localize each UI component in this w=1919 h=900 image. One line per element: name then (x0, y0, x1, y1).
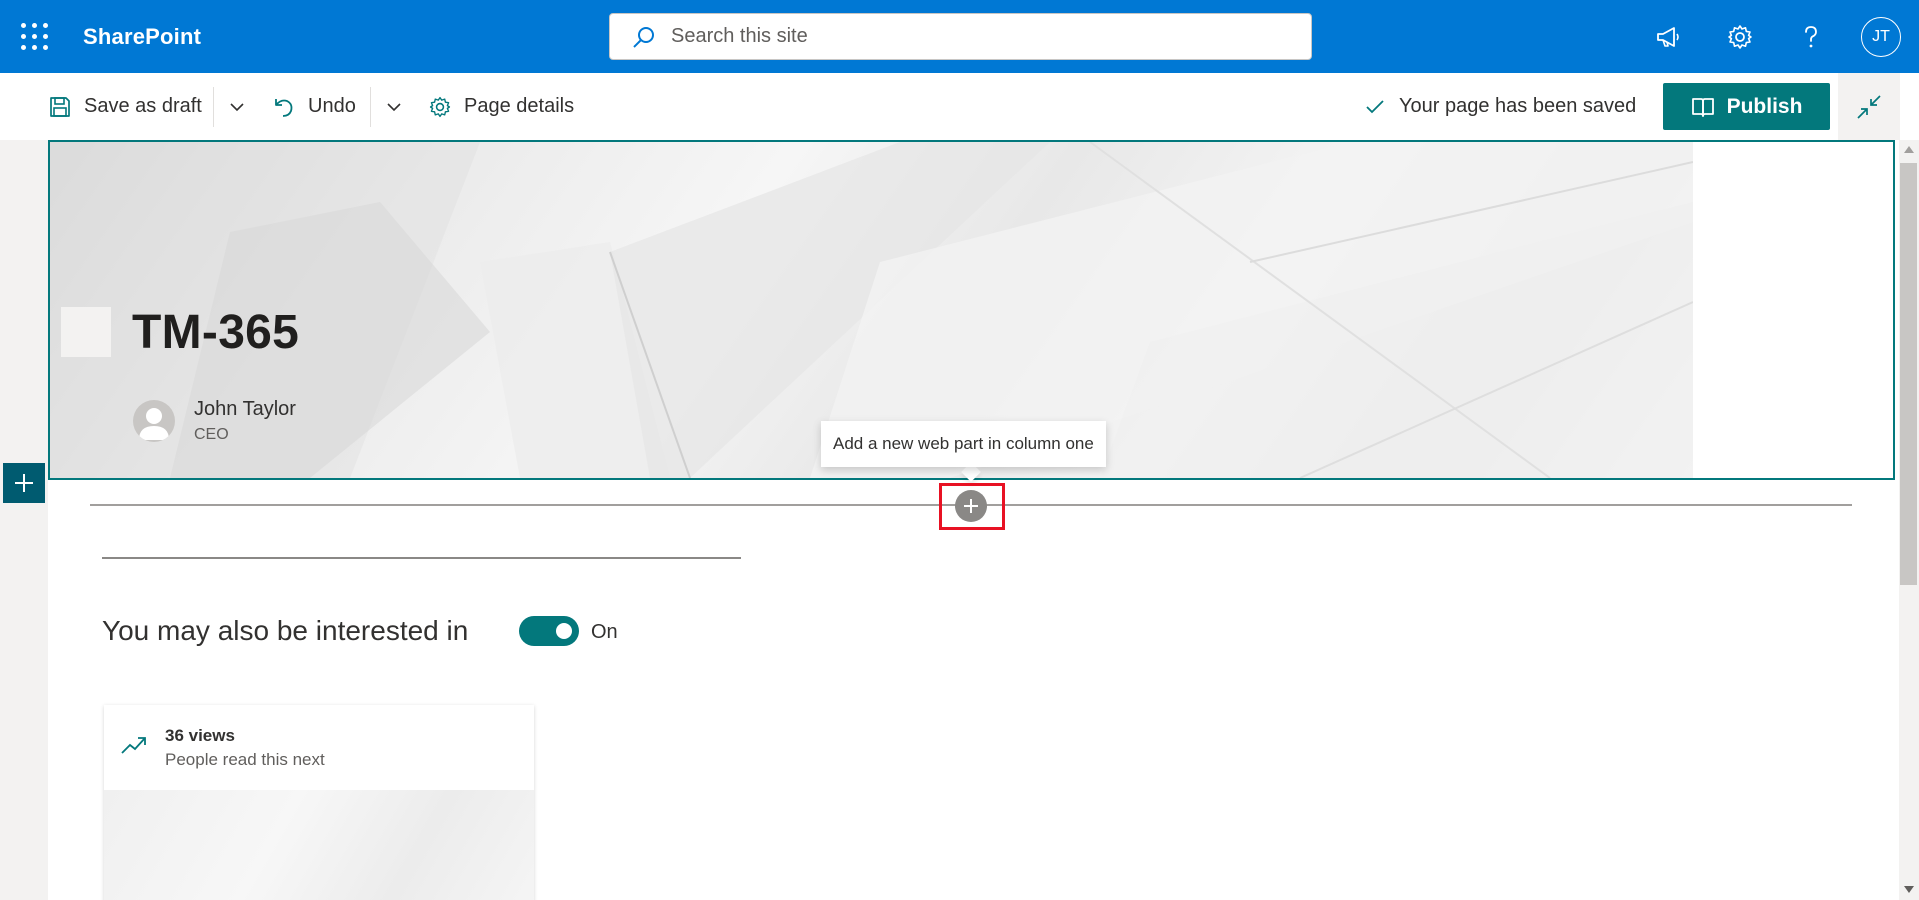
suite-bar: SharePoint Search this site JT (0, 0, 1919, 73)
sharepoint-brand-link[interactable]: SharePoint (83, 24, 201, 50)
separator (370, 87, 371, 127)
settings-gear-icon (429, 96, 451, 117)
page-details-button[interactable]: Page details (428, 73, 574, 140)
scrollbar-thumb[interactable] (1900, 163, 1917, 585)
undo-label: Undo (308, 95, 356, 117)
scroll-down-arrow-icon[interactable] (1904, 886, 1914, 893)
settings-gear-icon[interactable] (1721, 18, 1759, 56)
user-avatar-button[interactable]: JT (1861, 17, 1901, 57)
scroll-up-arrow-icon[interactable] (1904, 146, 1914, 153)
related-pages-heading: You may also be interested in (102, 615, 469, 646)
card-thumbnail (104, 790, 534, 900)
chevron-down-icon (387, 102, 401, 111)
save-icon (50, 96, 70, 117)
sharepoint-page-editor: SharePoint Search this site JT Save as d… (0, 0, 1919, 900)
add-webpart-tooltip: Add a new web part in column one (821, 421, 1106, 467)
author-role: CEO (194, 426, 229, 443)
publish-button[interactable]: Publish (1663, 83, 1830, 130)
save-status: Your page has been saved (1365, 73, 1636, 140)
undo-button[interactable]: Undo (272, 73, 356, 140)
save-as-draft-label: Save as draft (84, 95, 202, 117)
page-command-bar: Save as draft Undo Page details Your pag… (0, 73, 1919, 140)
toggle-knob (556, 623, 572, 639)
add-section-button[interactable] (3, 463, 45, 503)
site-logo-placeholder[interactable] (61, 307, 111, 357)
collapse-arrows-icon (1857, 94, 1881, 119)
search-box[interactable] (609, 13, 1312, 60)
add-webpart-button[interactable] (955, 490, 987, 522)
separator (213, 87, 214, 127)
undo-options-dropdown[interactable] (374, 73, 414, 140)
help-icon[interactable] (1792, 18, 1830, 56)
app-launcher-icon[interactable] (21, 23, 48, 50)
related-pages-toggle[interactable] (519, 616, 579, 646)
author-name: John Taylor (194, 398, 296, 420)
plus-icon (15, 474, 33, 492)
megaphone-icon[interactable] (1649, 18, 1687, 56)
search-input[interactable] (671, 25, 1271, 48)
card-views-count: 36 views (165, 726, 235, 745)
save-options-dropdown[interactable] (217, 73, 257, 140)
trending-icon (121, 737, 146, 754)
publish-label: Publish (1726, 94, 1803, 118)
page-title[interactable]: TM-365 (132, 305, 299, 360)
related-page-card[interactable]: 36 views People read this next (104, 705, 534, 900)
checkmark-icon (1366, 99, 1384, 113)
page-details-label: Page details (464, 95, 575, 117)
save-status-text: Your page has been saved (1399, 95, 1637, 117)
card-subtitle: People read this next (165, 750, 325, 769)
undo-icon (275, 98, 293, 117)
author-avatar (133, 400, 175, 442)
toggle-state-label: On (591, 621, 618, 643)
book-icon (1691, 97, 1714, 117)
plus-icon (964, 499, 978, 513)
chevron-down-icon (230, 102, 244, 111)
search-icon (633, 26, 654, 48)
divider-webpart (102, 557, 741, 559)
collapse-toolbox-button[interactable] (1838, 73, 1900, 140)
save-as-draft-button[interactable]: Save as draft (48, 73, 202, 140)
